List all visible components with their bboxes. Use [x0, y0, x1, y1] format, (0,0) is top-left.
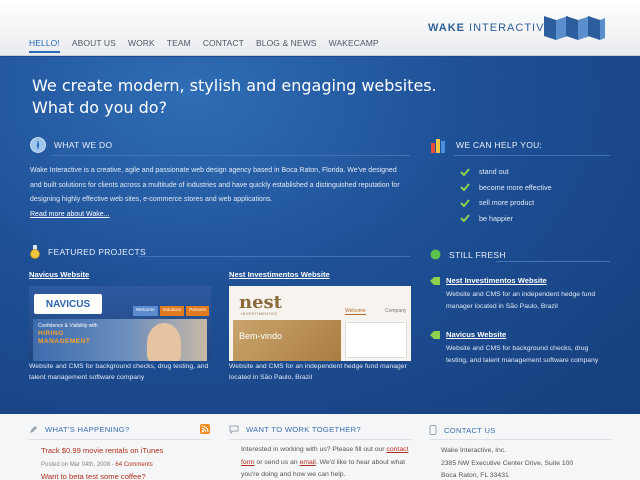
- brand-name[interactable]: WAKE INTERACTIVE: [428, 22, 553, 34]
- rss-icon[interactable]: [200, 424, 210, 434]
- footer-contact: CONTACT US Wake Interactive, Inc. 2385 N…: [429, 414, 611, 480]
- check-icon: [460, 214, 470, 223]
- project-nest-link[interactable]: Nest Investimentos Website: [229, 270, 330, 279]
- divider: [454, 155, 610, 156]
- main-content: We create modern, stylish and engaging w…: [0, 57, 640, 414]
- nav-hello[interactable]: HELLO!: [29, 38, 60, 53]
- site-footer: WHAT'S HAPPENING? Track $0.99 movie rent…: [0, 414, 640, 480]
- main-nav: HELLO! ABOUT US WORK TEAM CONTACT BLOG &…: [29, 38, 391, 53]
- divider: [429, 439, 611, 440]
- happening-heading: WHAT'S HAPPENING?: [29, 425, 129, 434]
- nav-blog-news[interactable]: BLOG & NEWS: [256, 38, 317, 53]
- help-list: stand out become more effective sell mor…: [460, 164, 552, 226]
- list-item: stand out: [460, 164, 552, 180]
- list-item: be happier: [460, 211, 552, 227]
- tag-icon: [430, 331, 440, 339]
- email-link[interactable]: email: [300, 459, 316, 466]
- footer-work-together: WANT TO WORK TOGETHER? Interested in wor…: [229, 414, 411, 480]
- wave-logo-icon[interactable]: [542, 14, 606, 42]
- project-navicus-thumbnail[interactable]: NAVICUS Welcome Solutions Partners Confi…: [29, 286, 211, 361]
- nav-contact[interactable]: CONTACT: [203, 38, 244, 53]
- bar-chart-icon: [431, 139, 445, 153]
- project-navicus-link[interactable]: Navicus Website: [29, 270, 89, 279]
- chat-icon: [229, 425, 239, 434]
- work-together-text: Interested in working with us? Please fi…: [241, 446, 409, 478]
- project-nest-thumbnail[interactable]: nest INVESTIMENTOS Welcome Company Bem-v…: [229, 286, 411, 361]
- help-heading: WE CAN HELP YOU:: [430, 137, 542, 153]
- medal-icon: [30, 245, 40, 259]
- nav-wakecamp[interactable]: WAKECAMP: [329, 38, 379, 53]
- portrait-photo: [147, 323, 181, 361]
- fresh-navicus-link[interactable]: Navicus Website: [446, 330, 506, 339]
- list-item: sell more product: [460, 195, 552, 211]
- post-itunes-link[interactable]: Track $0.99 movie rentals on iTunes: [41, 446, 163, 455]
- post-meta: Posted on Mar 04th, 2008 - 64 Comments: [41, 461, 153, 468]
- tag-icon: [430, 277, 440, 285]
- site-header: HELLO! ABOUT US WORK TEAM CONTACT BLOG &…: [0, 0, 640, 56]
- divider: [29, 439, 211, 440]
- project-navicus-desc: Website and CMS for background checks, d…: [29, 363, 209, 381]
- nest-logo: nest: [239, 292, 282, 313]
- check-icon: [460, 183, 470, 192]
- divider: [52, 155, 410, 156]
- contact-address: Wake Interactive, Inc. 2385 NW Executive…: [441, 447, 574, 479]
- phone-icon: [429, 425, 437, 435]
- fresh-nest-link[interactable]: Nest Investimentos Website: [446, 276, 547, 285]
- work-together-heading: WANT TO WORK TOGETHER?: [229, 425, 361, 434]
- contact-heading: CONTACT US: [429, 425, 496, 435]
- nav-work[interactable]: WORK: [128, 38, 155, 53]
- post-coffee-link[interactable]: Want to beta test some coffee?: [41, 472, 146, 480]
- project-nest-desc: Website and CMS for an independent hedge…: [229, 363, 407, 381]
- navicus-logo: NAVICUS: [34, 294, 102, 314]
- check-icon: [460, 199, 470, 207]
- fresh-heading: STILL FRESH: [430, 249, 506, 260]
- fresh-navicus-desc: Website and CMS for background checks, d…: [446, 345, 599, 364]
- list-item: become more effective: [460, 180, 552, 196]
- fresh-nest-desc: Website and CMS for an independent hedge…: [446, 291, 596, 310]
- nav-about-us[interactable]: ABOUT US: [72, 38, 116, 53]
- featured-heading: FEATURED PROJECTS: [30, 245, 146, 259]
- divider: [496, 261, 610, 262]
- check-icon: [460, 168, 470, 176]
- read-more-link[interactable]: Read more about Wake...: [30, 211, 110, 218]
- hero-headline: We create modern, stylish and engaging w…: [32, 76, 437, 117]
- nav-team[interactable]: TEAM: [167, 38, 191, 53]
- footer-happening: WHAT'S HAPPENING? Track $0.99 movie rent…: [29, 414, 211, 480]
- pencil-icon: [30, 426, 37, 433]
- divider: [229, 439, 411, 440]
- divider: [138, 256, 410, 257]
- about-paragraph: Wake Interactive is a creative, agile an…: [30, 167, 400, 218]
- comments-link[interactable]: 64 Comments: [115, 462, 152, 468]
- green-dot-icon: [430, 249, 441, 260]
- safari-globe-icon: [30, 137, 46, 153]
- what-we-do-heading: WHAT WE DO: [30, 137, 112, 153]
